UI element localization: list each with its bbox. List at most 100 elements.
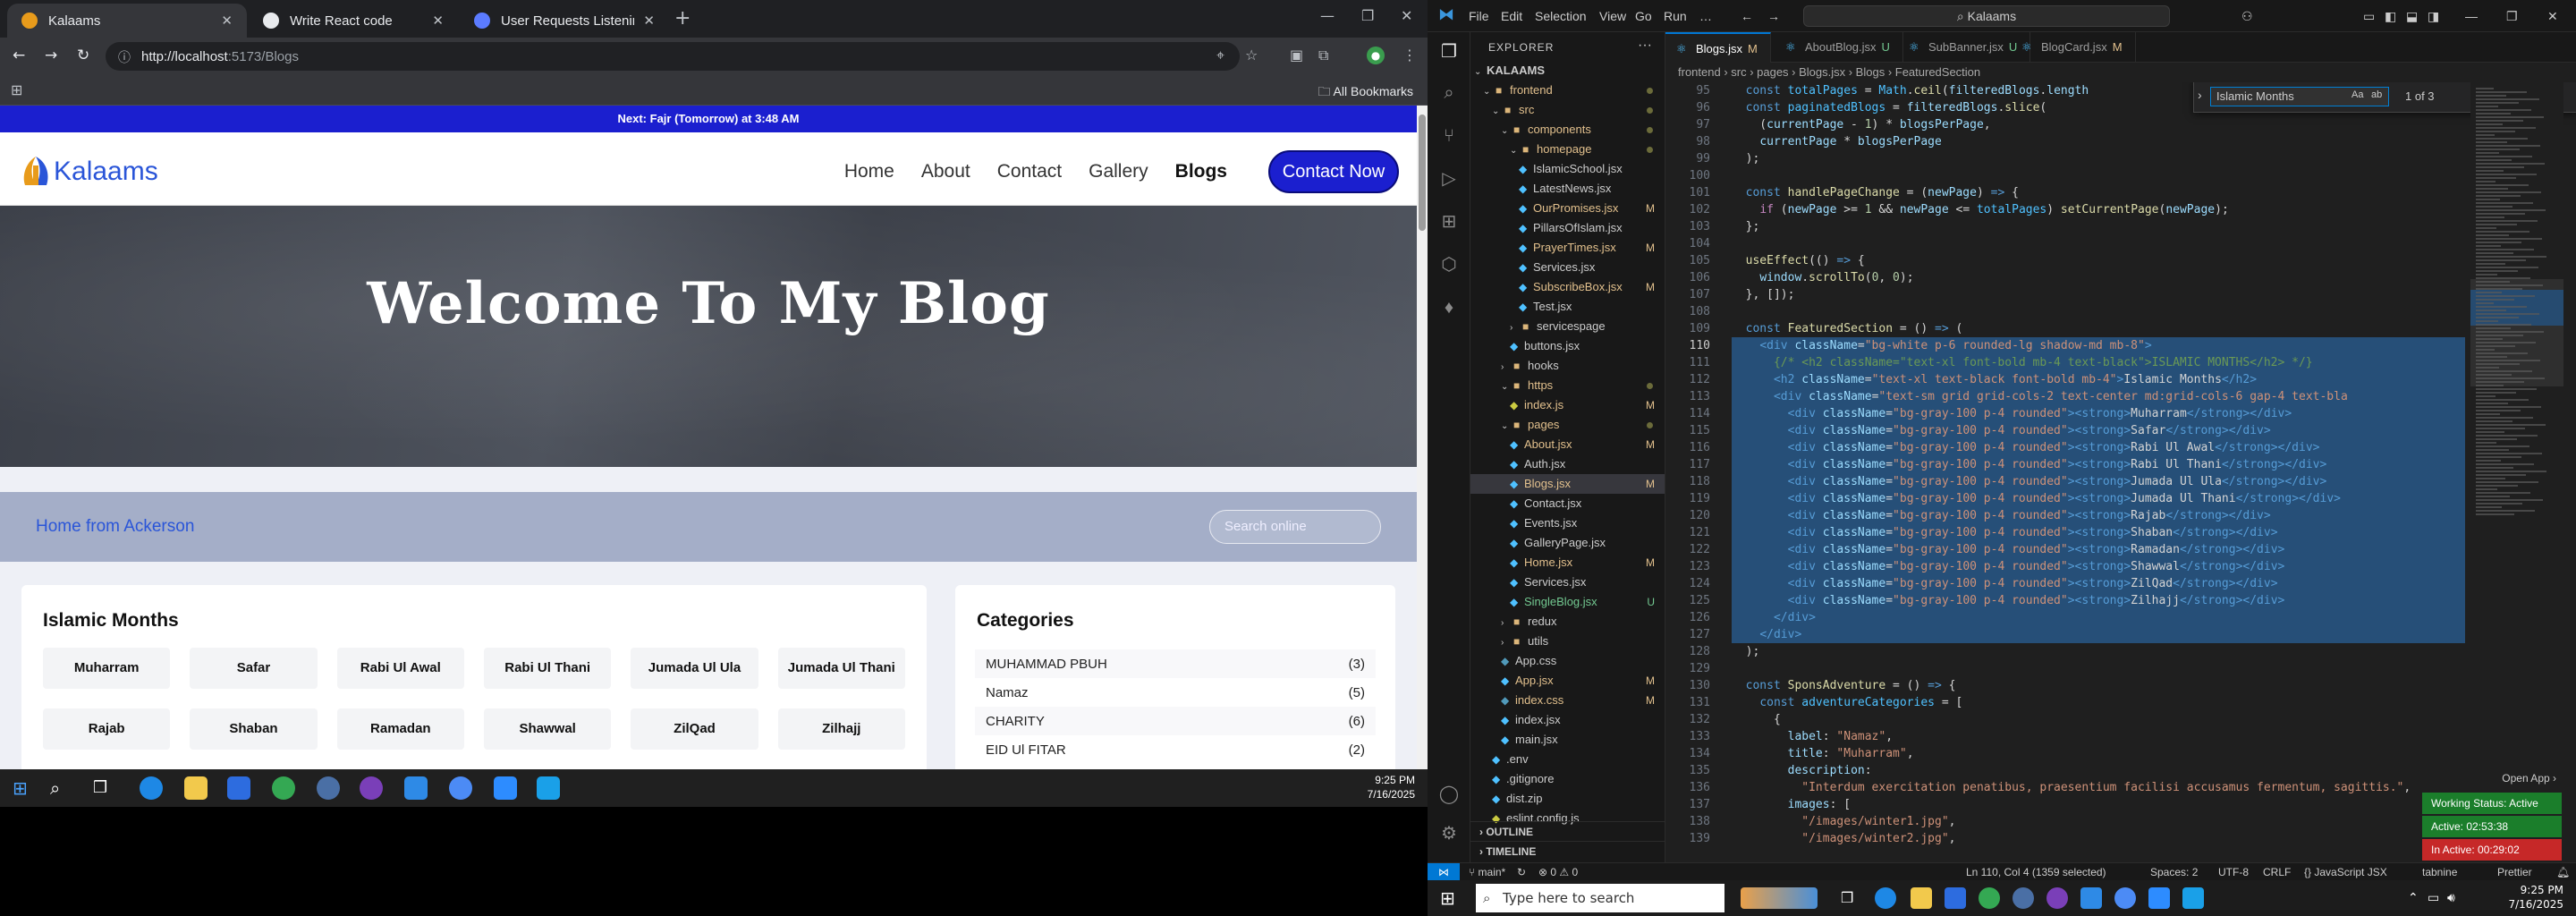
tree-folder-item[interactable]: ⌄ ■ src <box>1470 100 1665 120</box>
page-scrollbar[interactable] <box>1417 106 1428 769</box>
apps-grid-icon[interactable]: ⊞ <box>11 81 22 98</box>
problems-status[interactable]: ⊗ 0 ⚠ 0 <box>1538 863 1578 880</box>
task-view-icon[interactable]: ❒ <box>1841 887 1862 909</box>
location-icon[interactable]: ⌖ <box>1216 47 1224 64</box>
category-item[interactable]: Namaz (5) <box>975 678 1376 707</box>
tree-file-item[interactable]: ◆ About.jsx M <box>1470 435 1665 454</box>
zoom-icon[interactable] <box>494 776 517 800</box>
tree-folder-item[interactable]: ⌄ ■ pages <box>1470 415 1665 435</box>
tree-file-item[interactable]: ◆ PillarsOfIslam.jsx <box>1470 218 1665 238</box>
tree-file-item[interactable]: ◆ index.jsx <box>1470 710 1665 730</box>
more-actions-icon[interactable]: ··· <box>1638 38 1652 54</box>
tree-file-item[interactable]: ◆ index.css M <box>1470 691 1665 710</box>
nav-forward-icon[interactable]: → <box>1767 9 1780 23</box>
layout-icon[interactable]: ▭ <box>2363 9 2375 24</box>
address-bar[interactable]: ⓘ http://localhost:5173/Blogs <box>106 42 1240 71</box>
edge-icon[interactable] <box>140 776 163 800</box>
scrollbar-thumb[interactable] <box>1419 114 1426 231</box>
zoom-icon[interactable] <box>2148 887 2170 909</box>
tree-file-item[interactable]: ◆ OurPromises.jsx M <box>1470 199 1665 218</box>
toggle-secondary-icon[interactable]: ◨ <box>2428 9 2439 24</box>
tree-folder-item[interactable]: › ■ servicespage <box>1470 317 1665 336</box>
outline-section[interactable]: › OUTLINE <box>1470 821 1665 841</box>
timeline-section[interactable]: › TIMELINE <box>1470 841 1665 861</box>
back-icon[interactable]: ← <box>13 47 25 64</box>
tree-folder-item[interactable]: › ■ redux <box>1470 612 1665 632</box>
chrome-icon[interactable] <box>272 776 295 800</box>
taskbar-search-input[interactable]: ⌕ Type here to search <box>1476 884 1724 912</box>
file-explorer-icon[interactable] <box>1911 887 1932 909</box>
prettier-status[interactable]: Prettier <box>2497 863 2532 880</box>
nav-home[interactable]: Home <box>844 154 894 190</box>
file-explorer-icon[interactable] <box>184 776 208 800</box>
store-icon[interactable] <box>1945 887 1966 909</box>
encoding-status[interactable]: UTF-8 <box>2218 863 2249 880</box>
tree-folder-item[interactable]: ⌄ KALAAMS <box>1470 61 1665 81</box>
breadcrumb[interactable]: frontend › src › pages › Blogs.jsx › Blo… <box>1665 63 2576 82</box>
tree-file-item[interactable]: ◆ Services.jsx <box>1470 258 1665 277</box>
nav-gallery[interactable]: Gallery <box>1089 154 1148 190</box>
reload-icon[interactable]: ↻ <box>77 47 89 64</box>
clock[interactable]: 9:25 PM 7/16/2025 <box>1368 773 1415 802</box>
menu-edit[interactable]: Edit <box>1501 9 1522 23</box>
close-icon[interactable]: ✕ <box>221 13 233 29</box>
extensions-icon[interactable]: ⊞ <box>1438 211 1460 233</box>
category-item[interactable]: CHARITY (6) <box>975 707 1376 735</box>
nav-about[interactable]: About <box>921 154 970 190</box>
menu-kebab-icon[interactable]: ⋮ <box>1402 47 1417 64</box>
explorer-icon[interactable]: ❐ <box>1438 41 1460 63</box>
tree-file-item[interactable]: ◆ SingleBlog.jsx U <box>1470 592 1665 612</box>
new-tab-icon[interactable]: + <box>674 7 691 30</box>
store-icon[interactable] <box>227 776 250 800</box>
close-icon[interactable]: ✕ <box>643 13 655 29</box>
tree-file-item[interactable]: ◆ Contact.jsx <box>1470 494 1665 513</box>
indentation-status[interactable]: Spaces: 2 <box>2150 863 2198 880</box>
tab-kalaams[interactable]: Kalaams ✕ <box>7 4 247 38</box>
network-icon[interactable]: ▭ <box>2428 887 2449 909</box>
maximize-icon[interactable]: ❐ <box>1361 7 1374 24</box>
search-icon[interactable]: ⌕ <box>1438 82 1460 104</box>
minimize-icon[interactable]: — <box>1320 7 1335 24</box>
nav-blogs[interactable]: Blogs <box>1175 154 1227 190</box>
sync-icon[interactable]: ↻ <box>1517 863 1526 880</box>
task-view-icon[interactable]: ❒ <box>93 776 116 800</box>
contact-now-button[interactable]: Contact Now <box>1268 150 1399 193</box>
volume-icon[interactable]: 🔊︎ <box>2447 887 2469 909</box>
copilot-icon[interactable]: ⚇ <box>2241 9 2253 24</box>
edge-icon[interactable] <box>1875 887 1896 909</box>
tree-file-item[interactable]: ◆ Services.jsx <box>1470 572 1665 592</box>
close-window-icon[interactable]: ✕ <box>2547 9 2558 24</box>
nav-back-icon[interactable]: ← <box>1741 9 1753 23</box>
extensions-puzzle-icon[interactable]: ⧉ <box>1318 47 1328 64</box>
tree-file-item[interactable]: ◆ App.jsx M <box>1470 671 1665 691</box>
tab-user-requests[interactable]: User Requests Listening Assista ✕ <box>460 4 669 38</box>
windows-start-icon[interactable]: ⊞ <box>1440 887 1462 909</box>
toggle-panel-icon[interactable]: ⬓ <box>2406 9 2418 24</box>
maximize-icon[interactable]: ❐ <box>2506 9 2518 24</box>
remote-explorer-icon[interactable]: ⬡ <box>1438 254 1460 276</box>
app-icon-2[interactable] <box>2182 887 2204 909</box>
editor-tab[interactable]: ⚛ BlogCard.jsx M <box>2011 32 2136 63</box>
menu-go[interactable]: Go <box>1635 9 1652 23</box>
clock[interactable]: 9:25 PM 7/16/2025 <box>2508 883 2563 912</box>
mongodb-icon[interactable]: ♦ <box>1438 297 1460 318</box>
site-logo[interactable]: Kalaams <box>20 152 158 191</box>
app-icon-2[interactable] <box>537 776 560 800</box>
all-bookmarks[interactable]: 🗀 All Bookmarks <box>1318 82 1413 104</box>
forward-icon[interactable]: → <box>45 47 57 64</box>
tree-file-item[interactable]: ◆ .gitignore <box>1470 769 1665 789</box>
source-control-icon[interactable]: ⑂ <box>1438 125 1460 147</box>
app-icon[interactable] <box>2012 887 2034 909</box>
tree-file-item[interactable]: ◆ App.css <box>1470 651 1665 671</box>
github-desktop-icon[interactable] <box>2046 887 2068 909</box>
code-editor[interactable]: 95 96 97 98 99 100 101 102 103 104 105 106 107 108 109… <box>1665 82 2576 862</box>
tree-file-item[interactable]: ◆ SubscribeBox.jsx M <box>1470 277 1665 297</box>
tree-folder-item[interactable]: ⌄ ■ frontend <box>1470 81 1665 100</box>
tree-file-item[interactable]: ◆ Test.jsx <box>1470 297 1665 317</box>
tree-folder-item[interactable]: › ■ hooks <box>1470 356 1665 376</box>
tabnine-status[interactable]: tabnine <box>2422 863 2457 880</box>
tree-folder-item[interactable]: ⌄ ■ homepage <box>1470 140 1665 159</box>
profile-avatar-icon[interactable]: ● <box>1367 47 1385 64</box>
chrome-profile-icon[interactable] <box>449 776 472 800</box>
site-info-icon[interactable]: ⓘ <box>118 48 131 66</box>
